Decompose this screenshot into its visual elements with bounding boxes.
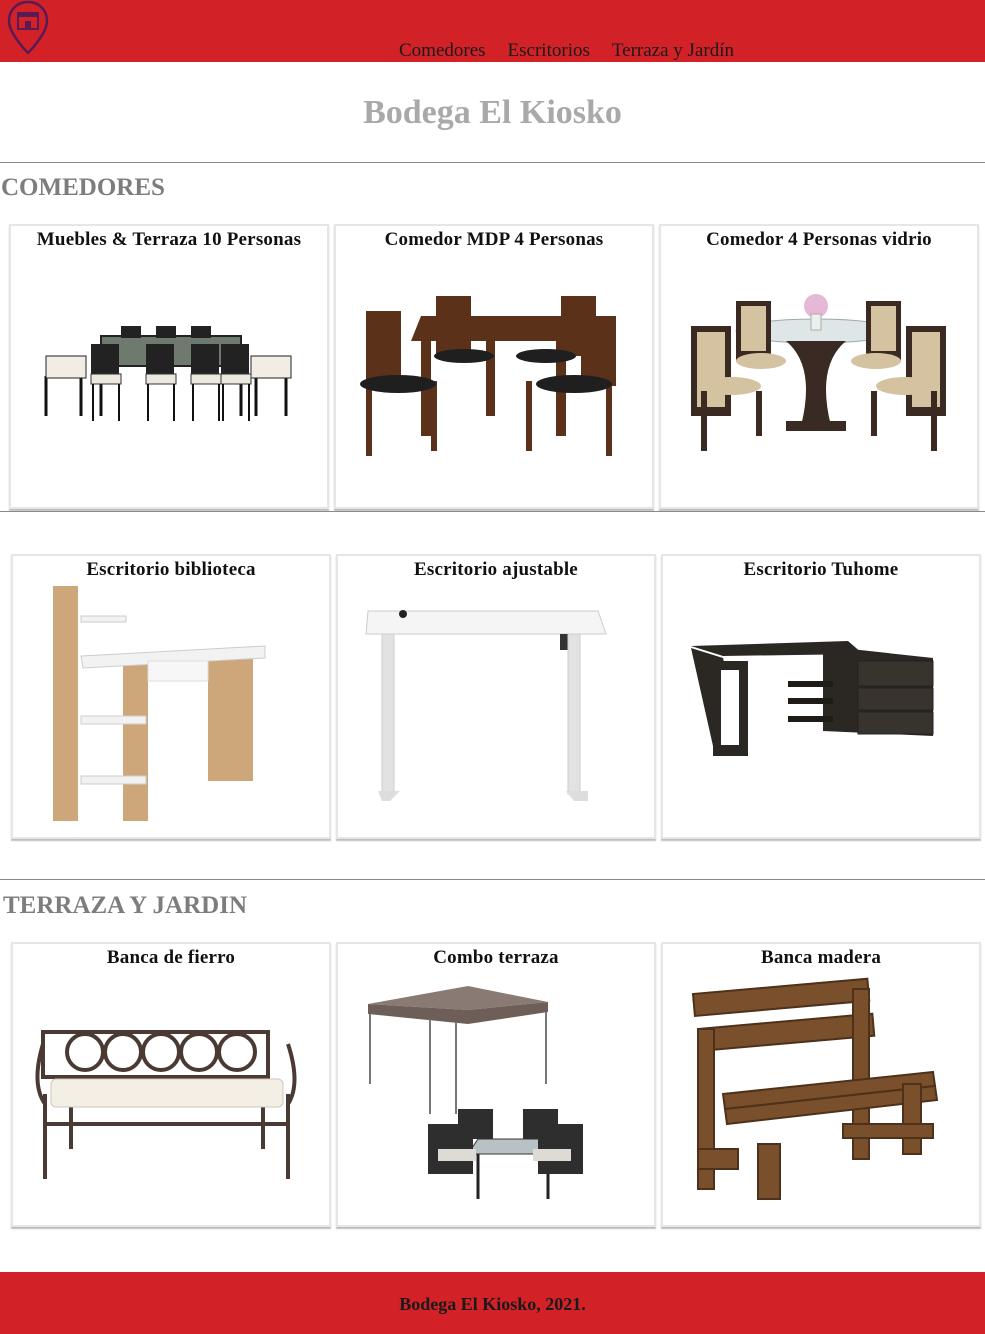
product-name: Comedor 4 Personas vidrio — [706, 229, 932, 250]
section-title-terraza: TERRAZA Y JARDIN — [3, 892, 248, 919]
divider — [0, 511, 985, 512]
standing-desk-image — [365, 610, 607, 801]
product-name: Banca de fierro — [106, 947, 236, 968]
footer-text: Bodega El Kiosko, 2021. — [399, 1294, 586, 1314]
product-card[interactable]: Escritorio biblioteca — [11, 554, 331, 839]
corner-desk-image — [691, 641, 934, 756]
divider — [0, 879, 985, 880]
nav-link-comedores[interactable]: Comedores — [399, 40, 486, 62]
footer: Bodega El Kiosko, 2021. — [0, 1272, 985, 1334]
store-location-pin-icon[interactable] — [6, 0, 50, 56]
site-title: Bodega El Kiosko — [363, 94, 622, 131]
product-card[interactable]: Banca de fierro — [11, 942, 331, 1227]
nav-link-escritorios[interactable]: Escritorios — [508, 40, 590, 62]
divider — [0, 162, 985, 163]
section-title-comedores: COMEDORES — [1, 174, 165, 201]
product-name: Banca madera — [760, 947, 882, 968]
wood-bench-image — [691, 977, 939, 1200]
top-bar: Comedores Escritorios Terraza y Jardín — [0, 0, 985, 62]
nav-link-terraza-jardin[interactable]: Terraza y Jardín — [612, 40, 734, 62]
product-name: Escritorio Tuhome — [743, 559, 899, 580]
main-nav: Comedores Escritorios Terraza y Jardín — [399, 40, 734, 62]
product-name: Comedor MDP 4 Personas — [384, 229, 604, 250]
product-card[interactable]: Comedor 4 Personas vidrio — [659, 224, 979, 509]
product-name: Combo terraza — [433, 947, 559, 968]
product-name: Muebles & Terraza 10 Personas — [36, 229, 302, 250]
wood-dining-set-image — [360, 296, 616, 456]
iron-bench-image — [35, 1030, 297, 1179]
product-card[interactable]: Banca madera — [661, 942, 981, 1227]
product-card[interactable]: Escritorio ajustable — [336, 554, 656, 839]
product-card[interactable]: Comedor MDP 4 Personas — [334, 224, 654, 509]
gazebo-combo-image — [368, 986, 583, 1199]
metal-dining-set-image — [44, 326, 292, 421]
product-name: Escritorio biblioteca — [86, 559, 256, 580]
product-card[interactable]: Muebles & Terraza 10 Personas — [9, 224, 329, 509]
bookshelf-desk-image — [53, 586, 266, 821]
glass-dining-set-image — [691, 294, 946, 451]
product-name: Escritorio ajustable — [414, 559, 578, 580]
product-card[interactable]: Escritorio Tuhome — [661, 554, 981, 839]
product-card[interactable]: Combo terraza — [336, 942, 656, 1227]
